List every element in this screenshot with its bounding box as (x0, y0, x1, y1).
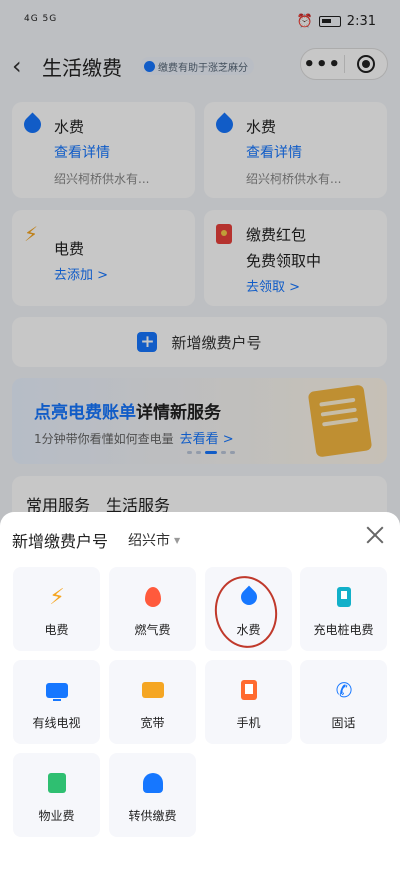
add-account-sheet: 新增缴费户号 绍兴市 ▼ ⚡ 电费 燃气费 水费 充电桩电费 有线电视 宽带 手… (0, 512, 400, 889)
phone-icon (238, 678, 260, 702)
tile-label: 手机 (236, 716, 261, 730)
service-tile-electricity[interactable]: ⚡ 电费 (13, 567, 100, 651)
telephone-icon: ✆ (335, 678, 353, 702)
tile-label: 电费 (44, 623, 69, 637)
broadband-icon (142, 678, 164, 702)
caret-down-icon: ▼ (174, 535, 181, 545)
service-tile-mobile[interactable]: 手机 (205, 660, 292, 744)
tile-label: 固话 (331, 716, 356, 730)
close-icon[interactable] (364, 524, 386, 546)
city-selector[interactable]: 绍兴市 ▼ (128, 530, 180, 550)
tile-label: 充电桩电费 (313, 623, 374, 637)
service-tile-broadband[interactable]: 宽带 (109, 660, 196, 744)
tile-label: 有线电视 (32, 716, 81, 730)
tile-label: 宽带 (140, 716, 165, 730)
service-tile-property[interactable]: 物业费 (13, 753, 100, 837)
charger-icon (333, 585, 355, 609)
tile-label: 燃气费 (134, 623, 171, 637)
lightning-icon: ⚡ (49, 584, 65, 610)
service-tile-charger[interactable]: 充电桩电费 (300, 567, 387, 651)
service-tile-gas[interactable]: 燃气费 (109, 567, 196, 651)
transfer-icon (142, 771, 164, 795)
city-name: 绍兴市 (128, 533, 170, 549)
tile-label: 转供缴费 (128, 809, 177, 823)
property-icon (46, 771, 68, 795)
service-tile-landline[interactable]: ✆ 固话 (300, 660, 387, 744)
service-tile-cable-tv[interactable]: 有线电视 (13, 660, 100, 744)
service-tile-transfer[interactable]: 转供缴费 (109, 753, 196, 837)
tv-icon (46, 678, 68, 702)
sheet-title: 新增缴费户号 (12, 532, 109, 551)
tile-label: 物业费 (38, 809, 75, 823)
flame-icon (142, 585, 164, 609)
